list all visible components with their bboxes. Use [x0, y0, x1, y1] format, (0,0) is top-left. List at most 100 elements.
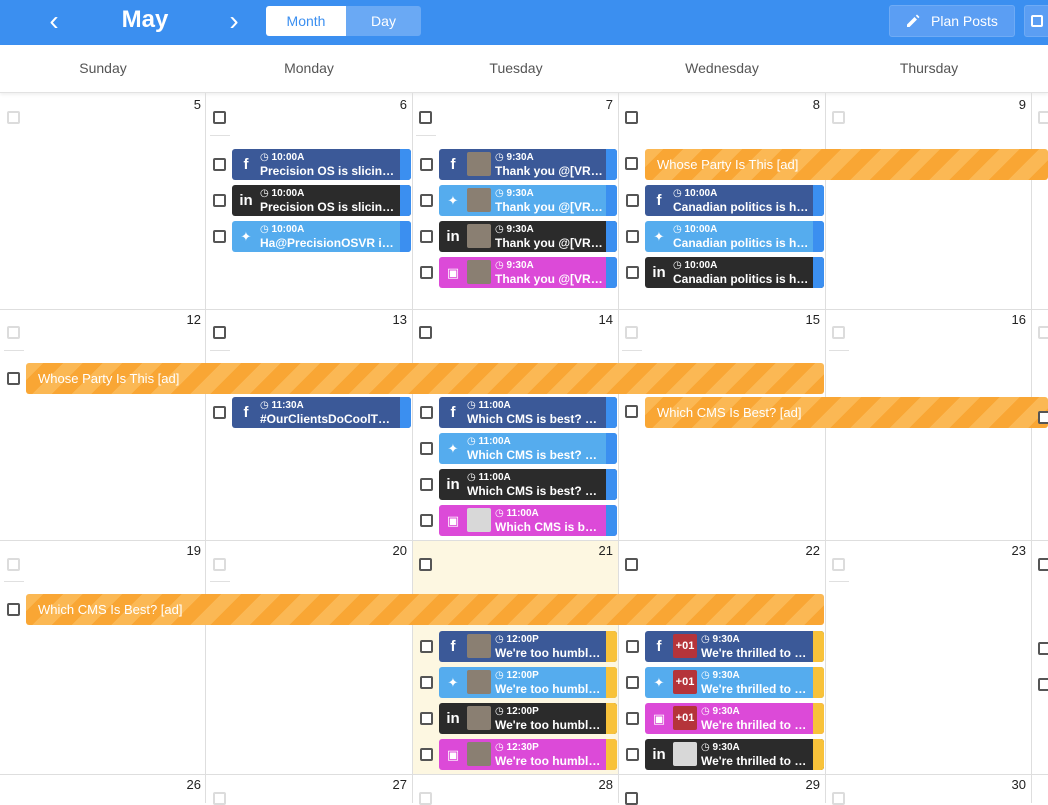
post-checkbox[interactable] — [213, 230, 226, 243]
scheduled-post-facebook[interactable]: f +01 9:30AWe're thrilled to be... — [645, 631, 824, 662]
post-checkbox[interactable] — [420, 406, 433, 419]
scheduled-post-twitter[interactable]: ✦ +01 9:30AWe're thrilled to be... — [645, 667, 824, 698]
ad-checkbox[interactable] — [625, 405, 638, 418]
post-checkbox[interactable] — [420, 514, 433, 527]
post-status-stripe — [606, 185, 617, 216]
scheduled-post-twitter[interactable]: ✦ 10:00AHa@PrecisionOSVR is ... — [232, 221, 411, 252]
day-select-checkbox[interactable] — [625, 111, 638, 124]
ad-bar-which-cms[interactable]: Which CMS Is Best? [ad] — [26, 594, 824, 625]
day-select-checkbox[interactable] — [213, 792, 226, 805]
day-view-button[interactable]: Day — [346, 6, 421, 36]
post-checkbox[interactable] — [1038, 642, 1048, 655]
day-select-checkbox[interactable] — [625, 558, 638, 571]
day-select-checkbox[interactable] — [7, 558, 20, 571]
day-select-checkbox[interactable] — [1038, 558, 1048, 571]
scheduled-post-linkedin[interactable]: in 12:00PWe're too humble ... — [439, 703, 617, 734]
twitter-icon: ✦ — [447, 441, 459, 456]
plan-posts-button[interactable]: Plan Posts — [889, 5, 1015, 37]
day-select-checkbox[interactable] — [832, 326, 845, 339]
calendar-button[interactable] — [1024, 5, 1048, 37]
day-select-checkbox[interactable] — [213, 326, 226, 339]
ad-bar-whose-party[interactable]: Whose Party Is This [ad] — [26, 363, 824, 394]
scheduled-post-twitter[interactable]: ✦ 10:00ACanadian politics is he... — [645, 221, 824, 252]
linkedin-icon: in — [652, 264, 666, 281]
ad-checkbox[interactable] — [7, 603, 20, 616]
post-checkbox[interactable] — [420, 194, 433, 207]
day-select-checkbox[interactable] — [7, 326, 20, 339]
pencil-icon — [907, 14, 920, 27]
scheduled-post-twitter[interactable]: ✦ 12:00PWe're too humble ... — [439, 667, 617, 698]
post-status-stripe — [813, 739, 824, 770]
day-select-checkbox[interactable] — [419, 792, 432, 805]
day-select-checkbox[interactable] — [213, 558, 226, 571]
day-select-checkbox[interactable] — [832, 792, 845, 805]
divider — [210, 350, 230, 351]
view-toggle: Month Day — [266, 6, 421, 36]
day-number: 29 — [805, 777, 820, 792]
post-checkbox[interactable] — [626, 640, 639, 653]
post-checkbox[interactable] — [1038, 678, 1048, 691]
post-checkbox[interactable] — [420, 266, 433, 279]
column-divider — [1031, 93, 1032, 803]
day-select-checkbox[interactable] — [419, 111, 432, 124]
facebook-icon: f — [656, 638, 662, 655]
post-checkbox[interactable] — [1038, 411, 1048, 424]
post-checkbox[interactable] — [626, 230, 639, 243]
post-checkbox[interactable] — [420, 640, 433, 653]
scheduled-post-facebook[interactable]: f 11:30A#OurClientsDoCoolThi... — [232, 397, 411, 428]
scheduled-post-facebook[interactable]: f 9:30AThank you @[VR/... — [439, 149, 617, 180]
day-select-checkbox[interactable] — [625, 326, 638, 339]
post-thumbnail — [467, 260, 491, 284]
scheduled-post-instagram[interactable]: ▣ 11:00AWhich CMS is bes... — [439, 505, 617, 536]
day-select-checkbox[interactable] — [7, 111, 20, 124]
post-checkbox[interactable] — [420, 676, 433, 689]
post-checkbox[interactable] — [420, 748, 433, 761]
post-checkbox[interactable] — [213, 406, 226, 419]
scheduled-post-facebook[interactable]: f 11:00AWhich CMS is best? W... — [439, 397, 617, 428]
scheduled-post-facebook[interactable]: f 10:00ACanadian politics is he... — [645, 185, 824, 216]
post-checkbox[interactable] — [626, 748, 639, 761]
post-text: Which CMS is best? W... — [467, 412, 603, 426]
post-thumbnail — [467, 188, 491, 212]
day-select-checkbox[interactable] — [832, 111, 845, 124]
day-select-checkbox[interactable] — [1038, 111, 1048, 124]
post-checkbox[interactable] — [420, 158, 433, 171]
scheduled-post-linkedin[interactable]: in 10:00ACanadian politics is he... — [645, 257, 824, 288]
scheduled-post-twitter[interactable]: ✦ 11:00AWhich CMS is best? W... — [439, 433, 617, 464]
ad-checkbox[interactable] — [7, 372, 20, 385]
scheduled-post-instagram[interactable]: ▣ 9:30AThank you @[VR/... — [439, 257, 617, 288]
day-select-checkbox[interactable] — [213, 111, 226, 124]
scheduled-post-twitter[interactable]: ✦ 9:30AThank you @[VR/... — [439, 185, 617, 216]
scheduled-post-linkedin[interactable]: in 9:30AThank you @[VR/... — [439, 221, 617, 252]
scheduled-post-linkedin[interactable]: in 11:00AWhich CMS is best? W... — [439, 469, 617, 500]
post-status-stripe — [606, 739, 617, 770]
scheduled-post-facebook[interactable]: f 12:00PWe're too humble ... — [439, 631, 617, 662]
post-checkbox[interactable] — [626, 712, 639, 725]
scheduled-post-linkedin[interactable]: in 10:00APrecision OS is slicing ... — [232, 185, 411, 216]
scheduled-post-instagram[interactable]: ▣ +01 9:30AWe're thrilled to be... — [645, 703, 824, 734]
next-month-button[interactable]: › — [214, 0, 254, 45]
previous-month-button[interactable]: ‹ — [34, 0, 74, 45]
post-checkbox[interactable] — [420, 442, 433, 455]
post-checkbox[interactable] — [626, 194, 639, 207]
post-checkbox[interactable] — [420, 712, 433, 725]
post-checkbox[interactable] — [626, 676, 639, 689]
scheduled-post-linkedin[interactable]: in 9:30AWe're thrilled to be... — [645, 739, 824, 770]
day-number: 9 — [1018, 97, 1026, 112]
post-checkbox[interactable] — [420, 478, 433, 491]
day-select-checkbox[interactable] — [625, 792, 638, 805]
day-select-checkbox[interactable] — [419, 326, 432, 339]
post-checkbox[interactable] — [420, 230, 433, 243]
post-checkbox[interactable] — [213, 158, 226, 171]
post-checkbox[interactable] — [626, 266, 639, 279]
month-view-button[interactable]: Month — [266, 6, 346, 36]
post-checkbox[interactable] — [213, 194, 226, 207]
day-select-checkbox[interactable] — [419, 558, 432, 571]
scheduled-post-facebook[interactable]: f 10:00APrecision OS is slicing ... — [232, 149, 411, 180]
day-select-checkbox[interactable] — [1038, 326, 1048, 339]
day-select-checkbox[interactable] — [832, 558, 845, 571]
ad-bar-whose-party[interactable]: Whose Party Is This [ad] — [645, 149, 1048, 180]
scheduled-post-instagram[interactable]: ▣ 12:30PWe're too humble ... — [439, 739, 617, 770]
ad-bar-which-cms[interactable]: Which CMS Is Best? [ad] — [645, 397, 1048, 428]
ad-checkbox[interactable] — [625, 157, 638, 170]
